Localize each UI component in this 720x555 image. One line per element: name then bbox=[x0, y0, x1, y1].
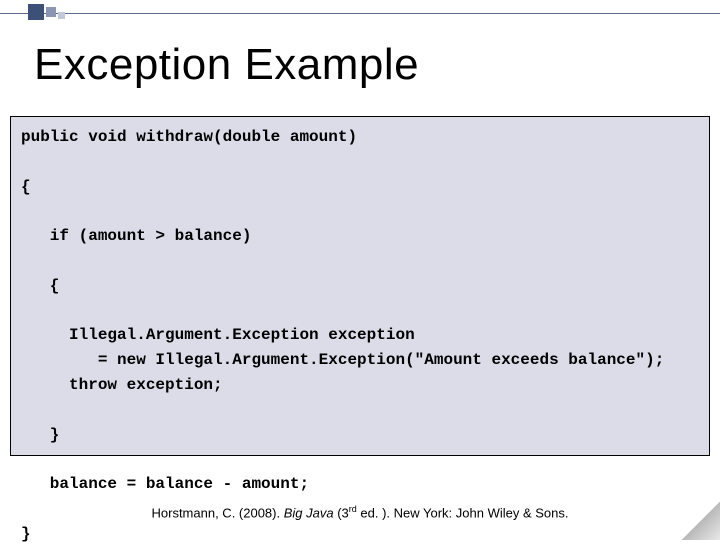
page-corner-fold-icon bbox=[682, 502, 720, 540]
square-icon bbox=[58, 12, 65, 19]
citation-edition-sup: rd bbox=[349, 504, 357, 514]
citation-edition-post: ed. ). New York: John Wiley & Sons. bbox=[357, 505, 569, 520]
code-line: if (amount > balance) bbox=[21, 227, 251, 245]
citation-author: Horstmann, C. (2008). bbox=[152, 505, 284, 520]
code-line: = new Illegal.Argument.Exception("Amount… bbox=[21, 351, 664, 369]
code-line: public void withdraw(double amount) bbox=[21, 128, 357, 146]
code-line: Illegal.Argument.Exception exception bbox=[21, 326, 415, 344]
citation-edition-pre: (3 bbox=[334, 505, 349, 520]
slide-top-decoration bbox=[0, 0, 720, 28]
code-line: balance = balance - amount; bbox=[21, 475, 309, 493]
square-icon bbox=[28, 4, 44, 20]
code-line: { bbox=[21, 277, 59, 295]
code-line: { bbox=[21, 178, 31, 196]
decoration-squares bbox=[28, 4, 65, 20]
code-line: } bbox=[21, 525, 31, 543]
code-block: public void withdraw(double amount) { if… bbox=[10, 116, 710, 456]
slide-title: Exception Example bbox=[34, 40, 419, 90]
citation: Horstmann, C. (2008). Big Java (3rd ed. … bbox=[0, 504, 720, 520]
decoration-line bbox=[0, 13, 720, 14]
code-content: public void withdraw(double amount) { if… bbox=[11, 117, 709, 555]
square-icon bbox=[46, 7, 56, 17]
citation-book: Big Java bbox=[284, 505, 334, 520]
code-line: } bbox=[21, 426, 59, 444]
code-line: throw exception; bbox=[21, 376, 223, 394]
